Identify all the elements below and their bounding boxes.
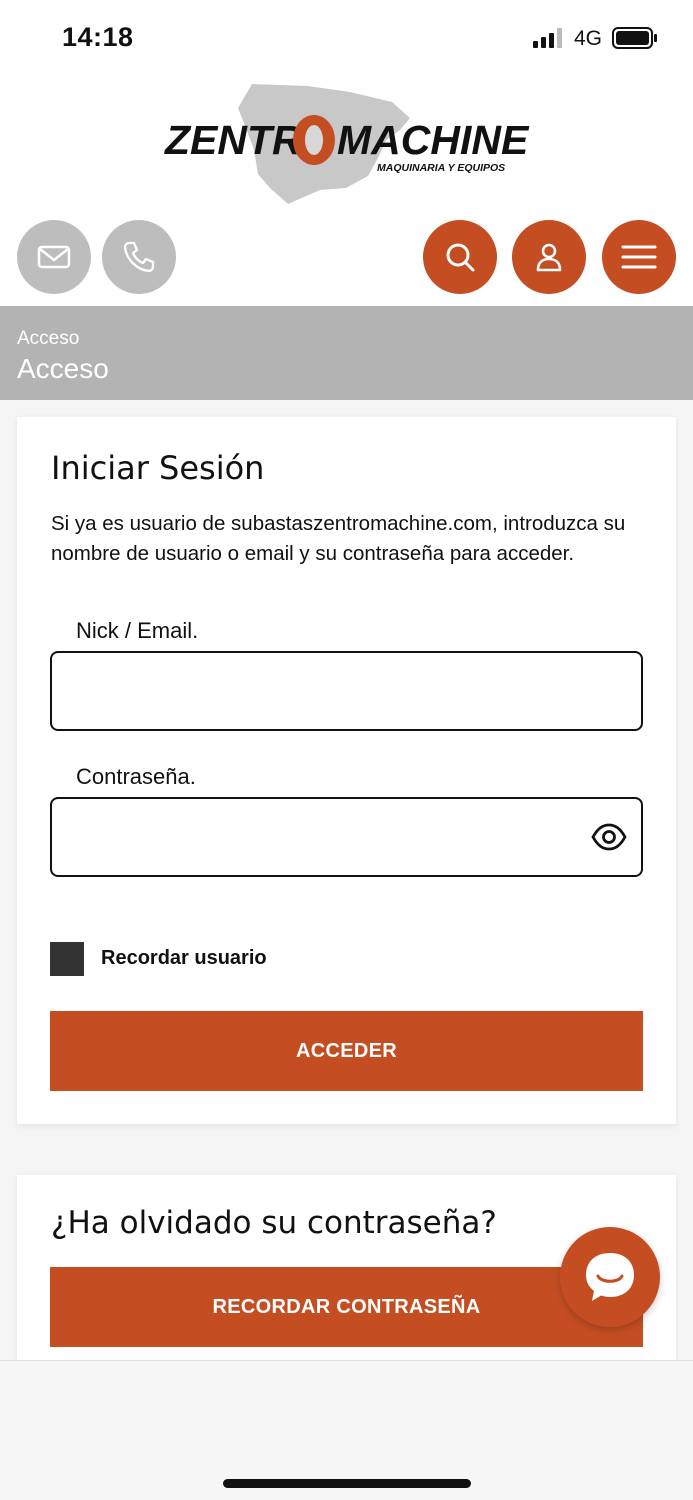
page-title: Acceso [17, 353, 109, 384]
phone-button[interactable] [102, 220, 176, 294]
search-button[interactable] [423, 220, 497, 294]
search-icon [446, 243, 475, 272]
recover-password-button[interactable]: RECORDAR CONTRASEÑA [50, 1267, 643, 1347]
account-button[interactable] [512, 220, 586, 294]
chat-button[interactable] [560, 1227, 660, 1327]
site-header: ZENTR MACHINE MAQUINARIA Y EQUIPOS [0, 78, 693, 306]
login-intro: Si ya es usuario de subastaszentromachin… [51, 512, 626, 565]
login-title: Iniciar Sesión [51, 449, 265, 487]
remember-label[interactable]: Recordar usuario [101, 947, 267, 970]
status-time: 14:18 [62, 22, 134, 52]
battery-icon [612, 27, 657, 49]
password-input[interactable] [52, 799, 641, 875]
menu-button[interactable] [602, 220, 676, 294]
mail-button[interactable] [17, 220, 91, 294]
status-bar: 14:18 4G [0, 0, 693, 78]
zentromachine-logo[interactable]: ZENTR MACHINE MAQUINARIA Y EQUIPOS [160, 78, 530, 208]
menu-icon [621, 245, 657, 269]
phone-icon [123, 241, 155, 273]
nick-field-box [50, 651, 643, 731]
eye-icon[interactable] [591, 821, 627, 853]
home-indicator [223, 1479, 471, 1488]
breadcrumb-link[interactable]: Acceso [17, 328, 79, 350]
password-field-box [50, 797, 643, 877]
logo-tagline: MAQUINARIA Y EQUIPOS [377, 162, 505, 174]
login-submit-button[interactable]: ACCEDER [50, 1011, 643, 1091]
bottom-browser-bar [0, 1360, 693, 1500]
network-type: 4G [574, 27, 603, 50]
nick-input[interactable] [52, 653, 641, 729]
remember-checkbox[interactable] [50, 942, 84, 976]
mail-icon [37, 245, 71, 269]
logo-text-right: MACHINE [337, 117, 530, 163]
signal-icon [533, 28, 562, 48]
chat-bubble-icon [586, 1253, 634, 1301]
login-card: Iniciar Sesión Si ya es usuario de subas… [17, 417, 676, 1124]
forgot-title: ¿Ha olvidado su contraseña? [51, 1205, 497, 1241]
password-label: Contraseña. [76, 764, 196, 789]
nick-label: Nick / Email. [76, 618, 199, 643]
breadcrumb: Acceso Acceso [0, 306, 693, 400]
logo-text-left: ZENTR [164, 117, 302, 163]
user-icon [536, 243, 562, 272]
